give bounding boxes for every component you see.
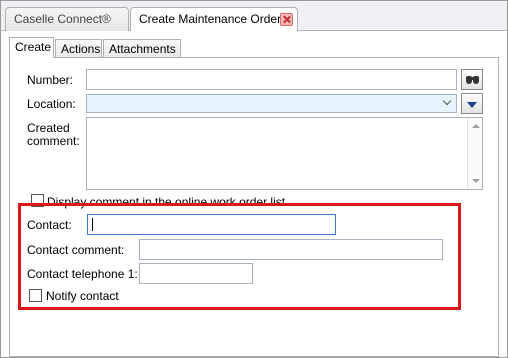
comment-scrollbar[interactable] <box>467 118 482 189</box>
document-tab-bar: Caselle Connect® Create Maintenance Orde… <box>1 1 507 32</box>
created-comment-label-line2: comment: <box>27 134 80 148</box>
location-select[interactable] <box>86 94 457 113</box>
location-label: Location: <box>27 97 76 111</box>
tab-actions-label: Actions <box>61 42 101 56</box>
created-comment-label-line1: Created <box>27 121 70 135</box>
number-lookup-button[interactable] <box>461 69 483 90</box>
tab-create[interactable]: Create <box>9 37 54 58</box>
tab-create-maintenance-orders[interactable]: Create Maintenance Orders <box>130 7 298 32</box>
number-label: Number: <box>27 73 74 87</box>
number-input[interactable] <box>86 69 457 90</box>
tab-label: Create Maintenance Orders <box>139 12 288 26</box>
tab-create-label: Create <box>15 40 52 54</box>
tab-actions[interactable]: Actions <box>55 39 102 57</box>
scroll-down-icon <box>472 179 480 183</box>
highlight-box <box>18 203 461 310</box>
location-dropdown-button[interactable] <box>461 93 483 114</box>
scroll-up-icon <box>472 124 480 128</box>
chevron-down-icon <box>442 98 452 108</box>
tab-attachments-label: Attachments <box>109 42 176 56</box>
binoculars-icon <box>465 74 480 85</box>
created-comment-textarea[interactable] <box>86 117 483 190</box>
tab-attachments[interactable]: Attachments <box>103 39 181 57</box>
triangle-down-icon <box>467 102 477 108</box>
tab-label: Caselle Connect® <box>14 12 111 26</box>
close-icon[interactable] <box>280 13 293 26</box>
app-window: Caselle Connect® Create Maintenance Orde… <box>0 0 508 358</box>
tab-caselle-connect[interactable]: Caselle Connect® <box>5 7 129 31</box>
